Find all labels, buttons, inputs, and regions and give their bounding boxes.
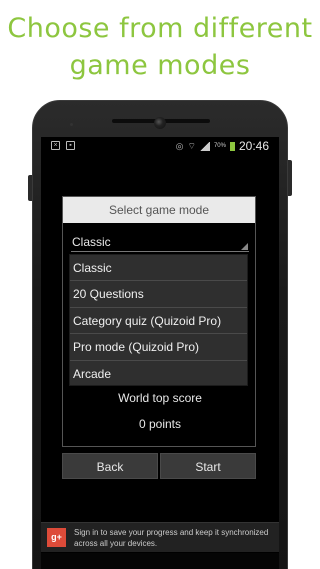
notification-icon: × [51, 141, 60, 150]
battery-percent: 70% [213, 143, 226, 149]
google-signin-banner[interactable]: g+ Sign in to save your progress and kee… [41, 522, 279, 552]
world-top-score-label: World top score [118, 391, 202, 405]
start-button[interactable]: Start [160, 453, 256, 479]
wifi-icon: ⌔ [187, 140, 196, 151]
battery-icon [229, 141, 235, 151]
game-mode-dropdown: Classic 20 Questions Category quiz (Quiz… [69, 254, 248, 386]
game-mode-spinner-value[interactable]: Classic [72, 235, 111, 249]
promo-headline: Choose from different game modes [0, 10, 320, 84]
headline-line-2: game modes [69, 50, 251, 81]
dropdown-option-pro-mode[interactable]: Pro mode (Quizoid Pro) [70, 334, 247, 361]
spinner-underline [71, 251, 249, 252]
dialog-title: Select game mode [63, 197, 255, 223]
phone-screen: × ▪ ◎ ⌔ 70% 20:46 Select game mode Class… [41, 137, 279, 569]
dropdown-option-category-quiz[interactable]: Category quiz (Quizoid Pro) [70, 308, 247, 335]
dropdown-option-20-questions[interactable]: 20 Questions [70, 281, 247, 308]
dialog-button-row: Back Start [62, 453, 256, 479]
image-notification-icon: ▪ [66, 141, 75, 150]
spinner-arrow-icon[interactable] [241, 243, 248, 250]
proximity-sensor [70, 123, 73, 126]
status-bar: × ▪ ◎ ⌔ 70% 20:46 [41, 137, 279, 155]
phone-bottom-bezel [41, 553, 279, 569]
alarm-icon: ◎ [175, 140, 184, 151]
headline-line-1: Choose from different [7, 13, 313, 44]
dropdown-option-arcade[interactable]: Arcade [70, 361, 247, 387]
google-plus-icon[interactable]: g+ [47, 528, 66, 547]
back-button[interactable]: Back [62, 453, 158, 479]
front-camera-icon [154, 117, 166, 129]
dropdown-option-classic[interactable]: Classic [70, 255, 247, 282]
signal-icon [199, 141, 210, 151]
status-time: 20:46 [238, 139, 269, 153]
top-score-points: 0 points [138, 417, 182, 431]
signin-banner-text: Sign in to save your progress and keep i… [74, 528, 269, 548]
